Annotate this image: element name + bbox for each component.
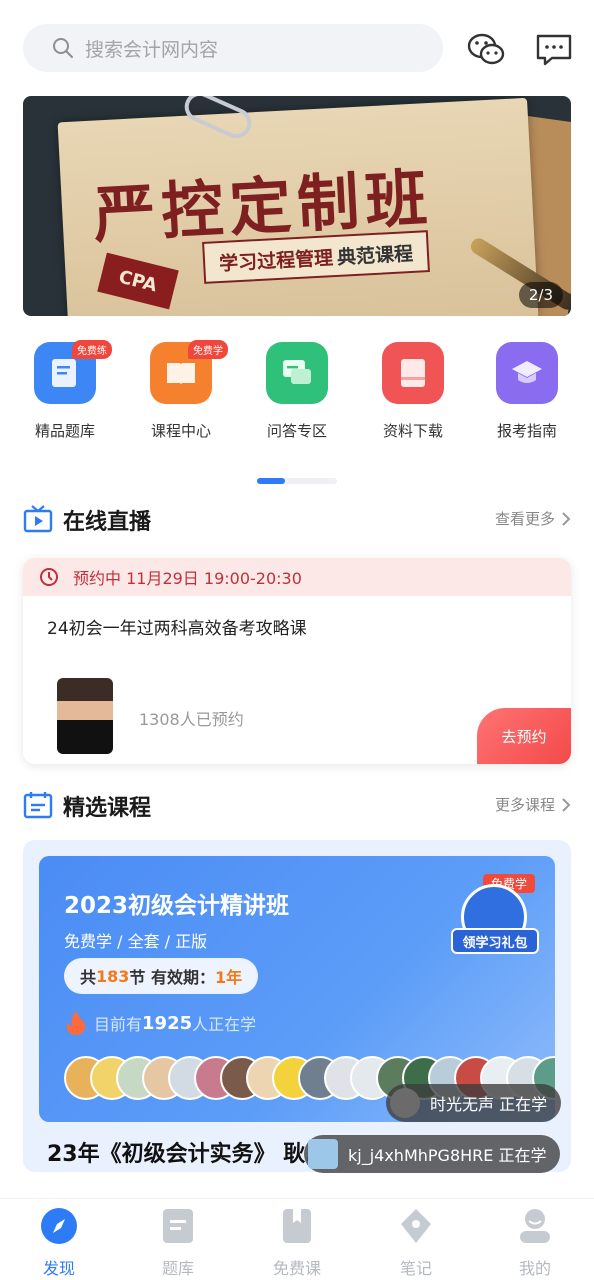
quick-item-question-bank[interactable]: 免费练 精品题库: [20, 340, 112, 441]
nav-notes[interactable]: 笔记: [371, 1207, 461, 1279]
live-title: 24初会一年过两科高效备考攻略课: [47, 619, 307, 639]
course-learners: 目前有 1925 人正在学: [64, 1010, 256, 1036]
learner-toast: 时光无声 正在学: [386, 1084, 562, 1122]
banner-pager: 2/3: [518, 282, 563, 308]
learners-count: 1925: [142, 1012, 193, 1034]
live-reservation-count: 1308人已预约: [139, 710, 244, 729]
quick-item-downloads[interactable]: 资料下载: [368, 342, 458, 441]
top-bar: 搜索会计网内容: [0, 0, 594, 96]
banner-subtitle-main: 学习过程管理: [218, 246, 334, 275]
live-schedule: 预约中 11月29日 19:00-20:30: [73, 569, 302, 588]
search-input[interactable]: 搜索会计网内容: [23, 24, 443, 72]
nav-discover[interactable]: 发现: [14, 1207, 104, 1279]
quick-label: 资料下载: [382, 422, 443, 440]
chat-icon: [283, 360, 311, 384]
file-icon: [401, 359, 425, 387]
quick-tile: 免费练: [34, 340, 112, 404]
quick-tile: [382, 342, 444, 404]
chevron-right-icon: [562, 511, 571, 526]
quick-label: 精品题库: [34, 422, 95, 440]
pill-validity: 1年: [215, 968, 243, 987]
course-lessons-pill: 共 183 节 有效期： 1年: [64, 958, 259, 994]
live-more-label: 查看更多: [494, 510, 555, 528]
quick-label: 问答专区: [266, 422, 327, 440]
course-more-link[interactable]: 更多课程: [495, 794, 571, 815]
tv-icon: [23, 505, 53, 533]
search-placeholder: 搜索会计网内容: [85, 38, 219, 61]
book-icon: [167, 363, 195, 385]
question-bank-icon: [163, 1209, 193, 1243]
clock-icon: [40, 568, 58, 586]
course-title: 2023初级会计精讲班: [64, 893, 290, 919]
course-card[interactable]: 2023初级会计精讲班 免费学 / 全套 / 正版 共 183 节 有效期： 1年 目…: [23, 840, 571, 1172]
course-section-header: 精选课程 更多课程: [23, 788, 571, 824]
promo-banner[interactable]: 严控定制班 学习过程管理 典范课程 CPA 2/3: [23, 96, 571, 316]
graduation-cap-icon: [512, 361, 542, 383]
avatar: [308, 1139, 338, 1169]
nav-label: 笔记: [399, 1259, 432, 1278]
course-tags: 免费学 / 全套 / 正版: [64, 932, 208, 951]
quick-item-course-center[interactable]: 免费学 课程中心: [136, 340, 228, 441]
reserve-button[interactable]: 去预约: [477, 708, 571, 764]
avatar: [390, 1088, 420, 1118]
quick-badge: 免费学: [188, 340, 228, 359]
banner-subtitle-bold: 典范课程: [336, 242, 414, 269]
bookmark-icon: [283, 1209, 311, 1243]
nav-label: 免费课: [272, 1259, 321, 1278]
live-schedule-band: 预约中 11月29日 19:00-20:30: [23, 558, 571, 596]
calendar-icon: [23, 792, 53, 819]
quick-item-exam-guide[interactable]: 报考指南: [482, 342, 572, 441]
nav-free-courses[interactable]: 免费课: [252, 1207, 342, 1279]
message-icon[interactable]: [534, 30, 574, 70]
live-section-title: 在线直播: [63, 510, 152, 535]
quick-tile: 免费学: [150, 340, 228, 404]
search-icon: [53, 38, 73, 58]
nav-label: 题库: [161, 1259, 194, 1278]
course-cover: 2023初级会计精讲班 免费学 / 全套 / 正版 共 183 节 有效期： 1年 目…: [39, 856, 555, 1122]
next-course-title[interactable]: 23年《初级会计实务》 耿...: [47, 1136, 330, 1168]
learners-suffix: 人正在学: [192, 1015, 257, 1034]
nav-label: 我的: [518, 1259, 551, 1278]
quick-label: 课程中心: [150, 422, 211, 440]
quick-tile: [496, 342, 558, 404]
live-section-header: 在线直播 查看更多: [23, 502, 571, 538]
document-icon: [52, 359, 76, 387]
bottom-nav: 发现 题库 免费课 笔记 我的: [0, 1198, 594, 1280]
flame-icon: [66, 1011, 86, 1035]
course-section-title: 精选课程: [63, 796, 152, 821]
wechat-icon[interactable]: [466, 30, 506, 70]
pill-lessons: 183: [96, 966, 130, 986]
lecturer-avatar: [57, 678, 113, 754]
indicator-active: [257, 478, 285, 484]
learner-toast: kj_j4xhMhPG8HRE 正在学: [304, 1135, 561, 1173]
chevron-right-icon: [562, 797, 571, 812]
live-more-link[interactable]: 查看更多: [495, 508, 571, 529]
pill-prefix: 共: [80, 968, 97, 987]
quick-menu-page-indicator: [257, 478, 337, 484]
course-more-label: 更多课程: [494, 796, 555, 814]
gift-label: 领学习礼包: [451, 928, 539, 954]
toast-text: kj_j4xhMhPG8HRE 正在学: [348, 1146, 547, 1165]
quick-label: 报考指南: [496, 422, 557, 440]
quick-menu: 免费练 精品题库 免费学 课程中心 问答专区 资料下载 报考指南: [0, 340, 594, 452]
user-icon: [520, 1209, 550, 1243]
quick-item-qa[interactable]: 问答专区: [252, 342, 342, 441]
pen-nib-icon: [401, 1209, 431, 1243]
toast-text: 时光无声 正在学: [430, 1095, 548, 1114]
quick-badge: 免费练: [72, 340, 112, 359]
nav-question-bank[interactable]: 题库: [133, 1207, 223, 1279]
quick-tile: [266, 342, 328, 404]
gift-pack-badge[interactable]: 免费学 领学习礼包: [451, 872, 539, 954]
live-card[interactable]: 预约中 11月29日 19:00-20:30 24初会一年过两科高效备考攻略课 …: [23, 558, 571, 764]
pill-mid: 节 有效期：: [129, 968, 215, 987]
nav-profile[interactable]: 我的: [490, 1207, 580, 1279]
nav-label: 发现: [42, 1259, 75, 1278]
learners-prefix: 目前有: [94, 1015, 143, 1034]
compass-icon: [41, 1208, 77, 1244]
